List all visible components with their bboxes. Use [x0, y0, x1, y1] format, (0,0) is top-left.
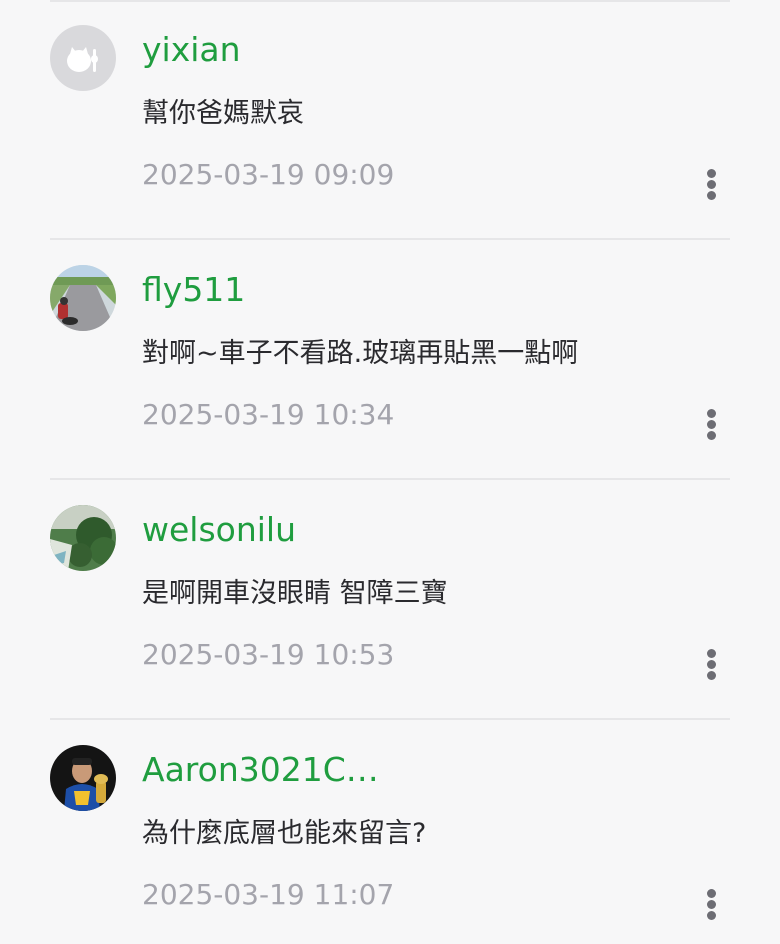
username[interactable]: yixian — [142, 28, 241, 72]
comment-text: 是啊開車沒眼睛 智障三寶 — [142, 578, 448, 609]
garden-photo-avatar — [50, 505, 116, 571]
comment-timestamp: 2025-03-19 09:09 — [142, 158, 395, 191]
comment-text: 為什麼底層也能來留言? — [142, 818, 427, 849]
avatar[interactable] — [50, 25, 116, 91]
comment-timestamp: 2025-03-19 11:07 — [142, 878, 395, 911]
avatar[interactable] — [50, 265, 116, 331]
avatar[interactable] — [50, 745, 116, 811]
default-cat-avatar-icon — [50, 25, 116, 91]
comment-timestamp: 2025-03-19 10:53 — [142, 638, 395, 671]
comment-item: fly511 對啊~車子不看路.玻璃再貼黑一點啊 2025-03-19 10:3… — [0, 240, 780, 478]
comment-item: welsonilu 是啊開車沒眼睛 智障三寶 2025-03-19 10:53 — [0, 480, 780, 718]
more-options-button[interactable] — [694, 400, 730, 450]
comment-timestamp: 2025-03-19 10:34 — [142, 398, 395, 431]
username[interactable]: Aaron3021C… — [142, 748, 379, 792]
avatar[interactable] — [50, 505, 116, 571]
comment-text: 對啊~車子不看路.玻璃再貼黑一點啊 — [142, 338, 579, 369]
basketball-player-photo-avatar — [50, 745, 116, 811]
username[interactable]: welsonilu — [142, 508, 296, 552]
comment-list: yixian 幫你爸媽默哀 2025-03-19 09:09 fly511 對啊… — [0, 0, 780, 944]
username[interactable]: fly511 — [142, 268, 245, 312]
road-photo-avatar — [50, 265, 116, 331]
comment-item: yixian 幫你爸媽默哀 2025-03-19 09:09 — [0, 0, 780, 238]
comment-item: Aaron3021C… 為什麼底層也能來留言? 2025-03-19 11:07 — [0, 720, 780, 944]
more-options-button[interactable] — [694, 880, 730, 930]
more-options-button[interactable] — [694, 640, 730, 690]
comment-text: 幫你爸媽默哀 — [142, 98, 304, 129]
more-options-button[interactable] — [694, 160, 730, 210]
